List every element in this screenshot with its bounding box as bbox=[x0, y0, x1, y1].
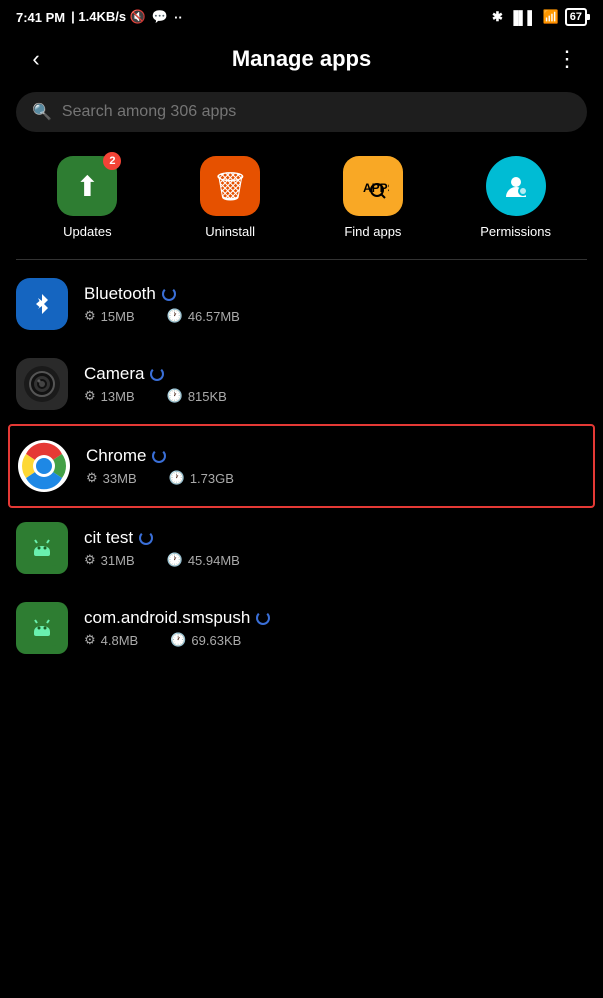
updates-label: Updates bbox=[63, 224, 111, 239]
clock-icon-chrome: 🕐 bbox=[169, 470, 185, 486]
camera-app-icon bbox=[16, 358, 68, 410]
camera-app-info: Camera ⚙ 13MB 🕐 815KB bbox=[84, 364, 587, 404]
camera-size: 13MB bbox=[101, 389, 135, 404]
dots-icon: ·· bbox=[174, 10, 183, 25]
bluetooth-app-name: Bluetooth bbox=[84, 284, 156, 304]
search-icon: 🔍 bbox=[32, 102, 52, 122]
search-input[interactable] bbox=[62, 103, 571, 121]
clock-icon-cit: 🕐 bbox=[167, 552, 183, 568]
storage-icon-cam: ⚙ bbox=[84, 388, 96, 404]
camera-loading-spinner bbox=[150, 367, 164, 381]
storage-icon-cit: ⚙ bbox=[84, 552, 96, 568]
smspush-app-name: com.android.smspush bbox=[84, 608, 250, 628]
app-item-camera[interactable]: Camera ⚙ 13MB 🕐 815KB bbox=[8, 344, 595, 424]
bluetooth-app-info: Bluetooth ⚙ 15MB 🕐 46.57MB bbox=[84, 284, 587, 324]
bluetooth-app-icon bbox=[16, 278, 68, 330]
battery-indicator: 67 bbox=[565, 8, 587, 26]
cit-test-loading-spinner bbox=[139, 531, 153, 545]
bluetooth-size: 15MB bbox=[101, 309, 135, 324]
updates-icon: ⬆ 2 bbox=[57, 156, 117, 216]
updates-badge: 2 bbox=[103, 152, 121, 170]
status-right: ✱ ▐▌▌ 📶 67 bbox=[492, 8, 587, 26]
clock-icon-sms: 🕐 bbox=[170, 632, 186, 648]
whatsapp-icon: 💬 bbox=[152, 9, 168, 25]
bluetooth-cache: 46.57MB bbox=[188, 309, 240, 324]
quick-actions: ⬆ 2 Updates 🗑 Uninstall APPS Find apps bbox=[0, 148, 603, 259]
clock-icon-bt: 🕐 bbox=[167, 308, 183, 324]
chrome-app-name: Chrome bbox=[86, 446, 146, 466]
cit-test-cache: 45.94MB bbox=[188, 553, 240, 568]
bluetooth-sizes: ⚙ 15MB 🕐 46.57MB bbox=[84, 308, 587, 324]
cit-test-sizes: ⚙ 31MB 🕐 45.94MB bbox=[84, 552, 587, 568]
cit-test-app-icon bbox=[16, 522, 68, 574]
permissions-action[interactable]: Permissions bbox=[444, 156, 587, 239]
bluetooth-status-icon: ✱ bbox=[492, 9, 503, 25]
app-item-smspush[interactable]: com.android.smspush ⚙ 4.8MB 🕐 69.63KB bbox=[8, 588, 595, 668]
time-display: 7:41 PM bbox=[16, 10, 65, 25]
bluetooth-loading-spinner bbox=[162, 287, 176, 301]
status-left: 7:41 PM | 1.4KB/s 🔇 💬 ·· bbox=[16, 9, 183, 25]
page-title: Manage apps bbox=[56, 46, 547, 72]
storage-icon-sms: ⚙ bbox=[84, 632, 96, 648]
section-divider bbox=[16, 259, 587, 260]
camera-sizes: ⚙ 13MB 🕐 815KB bbox=[84, 388, 587, 404]
find-apps-label: Find apps bbox=[344, 224, 401, 239]
signal-icon: ▐▌▌ bbox=[509, 10, 537, 25]
back-button[interactable]: ‹ bbox=[16, 42, 56, 76]
uninstall-label: Uninstall bbox=[205, 224, 255, 239]
permissions-icon bbox=[486, 156, 546, 216]
chrome-app-icon bbox=[18, 440, 70, 492]
uninstall-action[interactable]: 🗑 Uninstall bbox=[159, 156, 302, 239]
find-apps-icon: APPS bbox=[343, 156, 403, 216]
chrome-sizes: ⚙ 33MB 🕐 1.73GB bbox=[86, 470, 585, 486]
cit-test-app-name: cit test bbox=[84, 528, 133, 548]
search-bar: 🔍 bbox=[16, 92, 587, 132]
app-item-cit-test[interactable]: cit test ⚙ 31MB 🕐 45.94MB bbox=[8, 508, 595, 588]
uninstall-icon: 🗑 bbox=[200, 156, 260, 216]
wifi-icon: 📶 bbox=[543, 9, 559, 25]
app-item-bluetooth[interactable]: Bluetooth ⚙ 15MB 🕐 46.57MB bbox=[8, 264, 595, 344]
permissions-label: Permissions bbox=[480, 224, 551, 239]
storage-icon-chrome: ⚙ bbox=[86, 470, 98, 486]
camera-app-name: Camera bbox=[84, 364, 144, 384]
smspush-cache: 69.63KB bbox=[191, 633, 241, 648]
chrome-loading-spinner bbox=[152, 449, 166, 463]
app-header: ‹ Manage apps ⋮ bbox=[0, 30, 603, 84]
app-list: Bluetooth ⚙ 15MB 🕐 46.57MB bbox=[0, 264, 603, 668]
smspush-app-info: com.android.smspush ⚙ 4.8MB 🕐 69.63KB bbox=[84, 608, 587, 648]
cit-test-size: 31MB bbox=[101, 553, 135, 568]
storage-icon-bt: ⚙ bbox=[84, 308, 96, 324]
chrome-size: 33MB bbox=[103, 471, 137, 486]
smspush-size: 4.8MB bbox=[101, 633, 139, 648]
chrome-cache: 1.73GB bbox=[190, 471, 234, 486]
find-apps-action[interactable]: APPS Find apps bbox=[302, 156, 445, 239]
smspush-loading-spinner bbox=[256, 611, 270, 625]
more-options-button[interactable]: ⋮ bbox=[547, 42, 587, 76]
smspush-sizes: ⚙ 4.8MB 🕐 69.63KB bbox=[84, 632, 587, 648]
clock-icon-cam: 🕐 bbox=[167, 388, 183, 404]
cit-test-app-info: cit test ⚙ 31MB 🕐 45.94MB bbox=[84, 528, 587, 568]
app-item-chrome[interactable]: Chrome ⚙ 33MB 🕐 1.73GB bbox=[8, 424, 595, 508]
chrome-app-info: Chrome ⚙ 33MB 🕐 1.73GB bbox=[86, 446, 585, 486]
status-bar: 7:41 PM | 1.4KB/s 🔇 💬 ·· ✱ ▐▌▌ 📶 67 bbox=[0, 0, 603, 30]
network-speed: | 1.4KB/s 🔇 bbox=[71, 9, 146, 25]
smspush-app-icon bbox=[16, 602, 68, 654]
camera-cache: 815KB bbox=[188, 389, 227, 404]
updates-action[interactable]: ⬆ 2 Updates bbox=[16, 156, 159, 239]
